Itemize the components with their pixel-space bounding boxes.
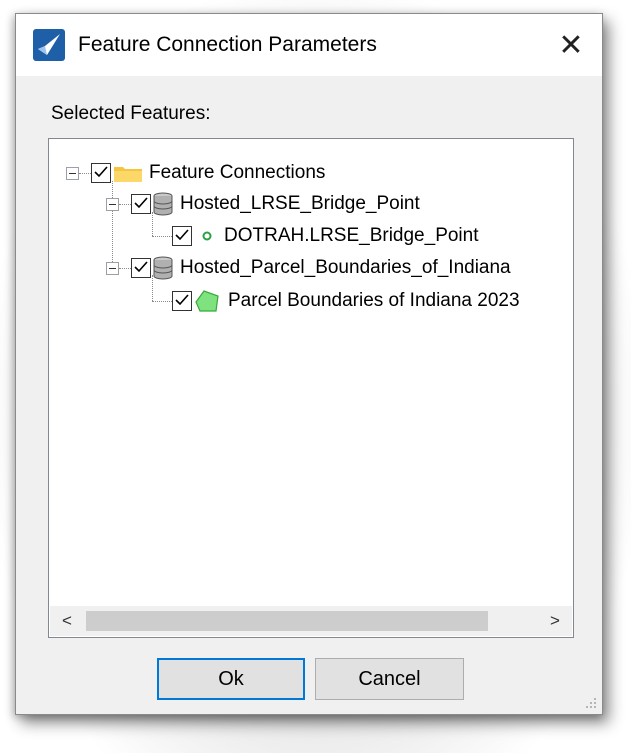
tree-connector	[152, 236, 172, 237]
bridge-layer-checkbox[interactable]	[172, 226, 192, 246]
parcel-collapse-toggle[interactable]	[106, 262, 119, 275]
app-logo-icon	[33, 29, 65, 61]
tree-node-root[interactable]: Feature Connections	[91, 158, 325, 188]
tree-node-bridge-layer[interactable]: DOTRAH.LRSE_Bridge_Point	[172, 221, 479, 251]
tree-node-parcel-layer[interactable]: Parcel Boundaries of Indiana 2023	[172, 286, 520, 316]
tree-connector	[119, 204, 131, 205]
close-icon: ✕	[558, 28, 584, 62]
folder-icon	[114, 167, 142, 182]
bridge-connection-checkbox[interactable]	[131, 194, 151, 214]
title-bar: Feature Connection Parameters ✕	[16, 14, 602, 76]
tree-node-label: Hosted_LRSE_Bridge_Point	[180, 193, 420, 214]
polygon-layer-icon	[195, 290, 219, 312]
tree-node-parcel-connection[interactable]: Hosted_Parcel_Boundaries_of_Indiana	[131, 253, 511, 283]
parcel-connection-checkbox[interactable]	[131, 258, 151, 278]
tree-connector	[152, 301, 172, 302]
chevron-left-icon: <	[62, 611, 72, 630]
close-button[interactable]: ✕	[540, 14, 602, 76]
ok-button[interactable]: Ok	[157, 658, 305, 700]
cancel-button[interactable]: Cancel	[315, 658, 464, 700]
tree-node-label: Parcel Boundaries of Indiana 2023	[228, 290, 520, 311]
selected-features-label: Selected Features:	[51, 103, 211, 124]
tree-node-bridge-connection[interactable]: Hosted_LRSE_Bridge_Point	[131, 189, 420, 219]
scroll-thumb[interactable]	[86, 611, 488, 631]
tree-connector	[79, 173, 91, 174]
horizontal-scrollbar[interactable]: < >	[50, 606, 572, 636]
database-icon	[153, 192, 173, 216]
database-icon	[153, 256, 173, 280]
scroll-left-button[interactable]: <	[50, 606, 84, 636]
window-title: Feature Connection Parameters	[78, 33, 377, 56]
root-collapse-toggle[interactable]	[66, 167, 79, 180]
chevron-right-icon: >	[550, 611, 560, 630]
root-checkbox[interactable]	[91, 163, 111, 183]
point-layer-icon	[202, 231, 212, 241]
tree-node-label: Feature Connections	[149, 162, 326, 183]
bridge-collapse-toggle[interactable]	[106, 198, 119, 211]
ok-button-label: Ok	[218, 667, 244, 690]
tree-node-label: Hosted_Parcel_Boundaries_of_Indiana	[180, 257, 511, 278]
tree-connector	[119, 268, 131, 269]
resize-grip-icon[interactable]	[584, 696, 598, 710]
tree-node-label: DOTRAH.LRSE_Bridge_Point	[224, 225, 479, 246]
feature-tree[interactable]: Feature Connections Hosted_LRSE_Bridge_P…	[48, 138, 574, 638]
tree-connector	[112, 181, 113, 274]
cancel-button-label: Cancel	[358, 667, 421, 690]
feature-connection-dialog: Feature Connection Parameters ✕ Selected…	[15, 13, 603, 715]
parcel-layer-checkbox[interactable]	[172, 291, 192, 311]
scroll-right-button[interactable]: >	[538, 606, 572, 636]
